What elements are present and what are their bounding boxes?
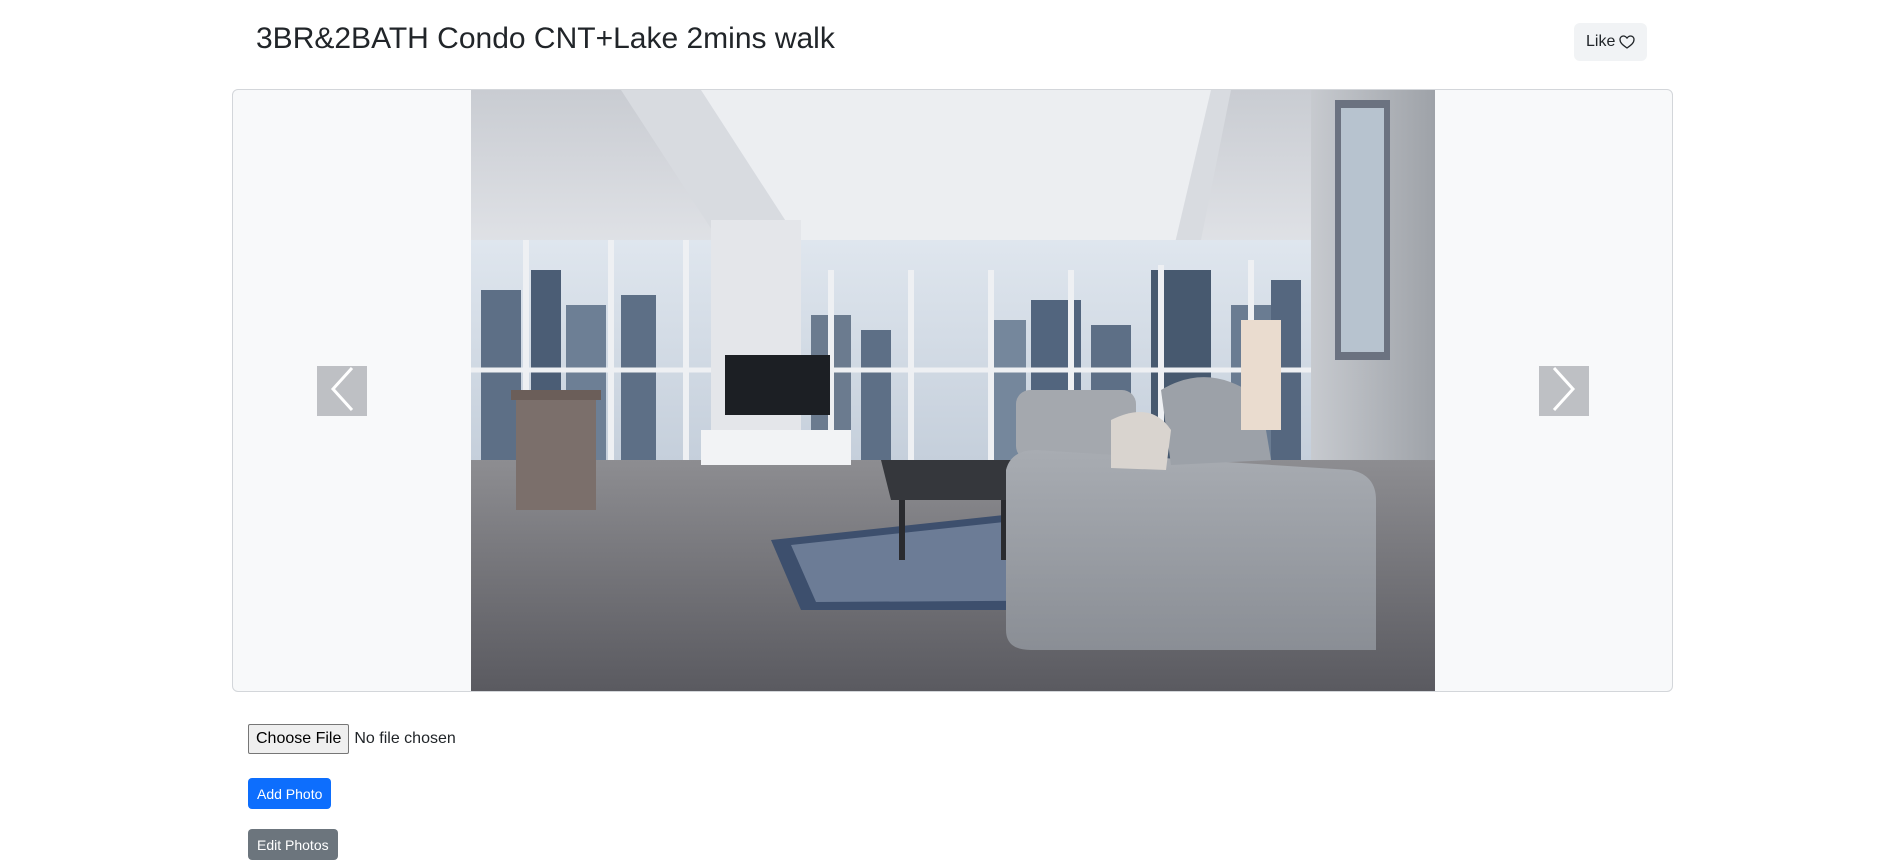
listing-page: 3BR&2BATH Condo CNT+Lake 2mins walk Like (0, 0, 1892, 865)
like-label: Like (1586, 33, 1616, 50)
like-button[interactable]: Like (1574, 23, 1648, 61)
carousel-next-button[interactable] (1539, 366, 1589, 416)
file-upload-field: Choose File No file chosen (248, 724, 456, 754)
add-photo-button[interactable]: Add Photo (248, 778, 332, 809)
file-status-text: No file chosen (354, 730, 456, 747)
chevron-left-icon (328, 365, 356, 418)
heart-icon (1619, 34, 1636, 50)
listing-photo (471, 90, 1435, 691)
photo-carousel (232, 89, 1673, 692)
edit-photos-button[interactable]: Edit Photos (248, 829, 338, 860)
carousel-prev-button[interactable] (317, 366, 367, 416)
listing-title: 3BR&2BATH Condo CNT+Lake 2mins walk (256, 22, 835, 55)
chevron-right-icon (1550, 365, 1578, 418)
choose-file-button[interactable]: Choose File (248, 724, 350, 754)
